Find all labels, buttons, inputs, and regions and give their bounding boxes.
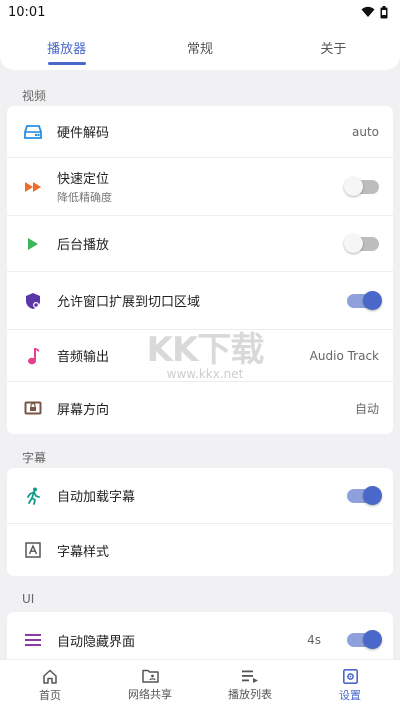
nav-playlist[interactable]: 播放列表: [200, 660, 300, 711]
nav-network-share[interactable]: 网络共享: [100, 660, 200, 711]
setting-auto-load-subtitle[interactable]: 自动加载字幕: [7, 468, 393, 524]
setting-title: 自动加载字幕: [57, 490, 136, 505]
section-label-ui: UI: [22, 592, 35, 606]
setting-value: Audio Track: [309, 348, 379, 363]
settings-icon: [342, 668, 358, 684]
fast-forward-icon: [23, 177, 43, 197]
status-time: 10:01: [8, 4, 46, 20]
tab-about[interactable]: 关于: [267, 24, 400, 70]
section-label-subtitle: 字幕: [22, 451, 47, 465]
setting-title: 字幕样式: [57, 544, 110, 560]
setting-title: 硬件解码: [57, 126, 110, 141]
setting-screen-orientation[interactable]: 屏幕方向 自动: [7, 382, 393, 434]
setting-value: 自动: [354, 401, 379, 416]
hard-drive-icon: [23, 122, 43, 142]
setting-title: 快速定位: [57, 172, 110, 187]
auto-load-subtitle-toggle[interactable]: [347, 485, 382, 505]
auto-hide-ui-toggle[interactable]: [347, 630, 382, 649]
tab-general-label: 常规: [186, 41, 213, 57]
setting-display-cutout[interactable]: 允许窗口扩展到切口区域: [7, 272, 393, 330]
section-label-video: 视频: [22, 89, 47, 103]
setting-subtitle-style[interactable]: 字幕样式: [7, 524, 393, 576]
fast-seek-toggle[interactable]: [344, 176, 379, 196]
setting-title: 屏幕方向: [57, 402, 110, 418]
playlist-icon: [241, 670, 258, 683]
setting-title: 自动隐藏界面: [57, 634, 136, 650]
ui-settings-card: 自动隐藏界面 4s: [7, 612, 393, 659]
top-tab-bar: 播放器 常规 关于: [0, 24, 400, 70]
setting-background-play[interactable]: 后台播放: [7, 216, 393, 272]
toggle-knob: [344, 233, 363, 253]
toggle-knob: [363, 290, 382, 310]
toggle-knob: [363, 630, 382, 649]
setting-title: 后台播放: [57, 238, 110, 253]
music-note-icon: [23, 346, 43, 366]
status-icons: [361, 5, 388, 19]
setting-audio-output[interactable]: 音频输出 Audio Track: [7, 330, 393, 382]
setting-value: auto: [351, 124, 379, 139]
font-box-icon: [23, 540, 43, 560]
background-play-toggle[interactable]: [344, 233, 379, 253]
nav-network-share-label: 网络共享: [128, 688, 172, 701]
home-icon: [43, 669, 57, 684]
display-cutout-toggle[interactable]: [347, 290, 382, 310]
tab-player[interactable]: 播放器: [0, 24, 133, 70]
setting-fast-seek[interactable]: 快速定位 降低精确度: [7, 158, 393, 216]
setting-subtitle: 降低精确度: [57, 191, 112, 204]
toggle-knob: [363, 485, 382, 505]
toggle-knob: [344, 176, 363, 196]
subtitle-settings-card: 自动加载字幕 字幕样式: [7, 468, 393, 576]
battery-icon: [380, 5, 388, 18]
play-icon: [23, 234, 43, 254]
setting-auto-hide-ui[interactable]: 自动隐藏界面 4s: [7, 612, 393, 659]
setting-title: 允许窗口扩展到切口区域: [57, 295, 201, 310]
nav-settings-label: 设置: [339, 688, 361, 702]
nav-home[interactable]: 首页: [0, 660, 100, 711]
setting-title: 音频输出: [57, 350, 110, 365]
wifi-icon: [361, 6, 375, 17]
tab-about-label: 关于: [320, 41, 347, 57]
shield-icon: [23, 291, 43, 311]
setting-value: 4s: [307, 633, 321, 647]
screen-rotation-icon: [23, 398, 43, 418]
nav-home-label: 首页: [39, 688, 61, 702]
folder-share-icon: [141, 669, 159, 683]
bottom-navigation: 首页 网络共享 播放列表 设置: [0, 659, 400, 711]
video-settings-card: 硬件解码 auto 快速定位 降低精确度 后台播放 允许窗口扩展到切口区域 音频…: [7, 106, 393, 434]
menu-icon: [23, 630, 43, 650]
nav-playlist-label: 播放列表: [228, 687, 272, 701]
status-bar: 10:01: [0, 0, 400, 24]
tab-player-label: 播放器: [47, 41, 87, 57]
nav-settings[interactable]: 设置: [300, 660, 400, 711]
tab-general[interactable]: 常规: [133, 24, 266, 70]
running-icon: [23, 486, 43, 506]
setting-hardware-decoding[interactable]: 硬件解码 auto: [7, 106, 393, 158]
